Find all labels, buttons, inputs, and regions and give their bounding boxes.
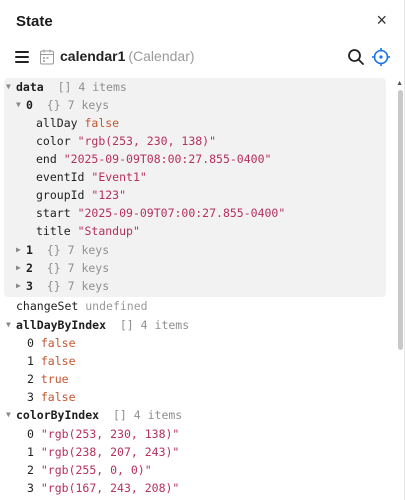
tree-node-data-0[interactable]: ▼ 0 {} 7 keys xyxy=(16,96,109,114)
component-selector[interactable]: calendar1 (Calendar) xyxy=(60,48,195,64)
component-name: calendar1 xyxy=(60,48,126,64)
tree-field: eventId "Event1" xyxy=(36,170,147,184)
calendar-icon xyxy=(40,49,54,65)
tree-field: 3 false xyxy=(27,390,76,404)
tree-node-data-3[interactable]: ▶ 3 {} 7 keys xyxy=(16,277,109,295)
tree-node-alldaybyindex[interactable]: ▼ allDayByIndex [] 4 items xyxy=(6,316,189,334)
chevron-down-icon[interactable]: ▼ xyxy=(16,96,26,114)
tree-field: allDay false xyxy=(36,116,120,130)
scrollbar-thumb[interactable] xyxy=(398,90,403,350)
scroll-up-arrow-icon[interactable]: ▲ xyxy=(396,80,403,87)
tree-field: 3 "rgb(167, 243, 208)" xyxy=(27,481,180,495)
tree-field: 2 "rgb(255, 0, 0)" xyxy=(27,463,152,477)
tree-node-data[interactable]: ▼ data [] 4 items xyxy=(6,78,127,96)
tree-field: 0 false xyxy=(27,336,76,350)
chevron-right-icon[interactable]: ▶ xyxy=(16,277,26,295)
search-icon[interactable] xyxy=(347,48,365,66)
tree-field: color "rgb(253, 230, 138)" xyxy=(36,134,217,148)
tree-field: 0 "rgb(253, 230, 138)" xyxy=(27,427,180,441)
component-toolbar: calendar1 (Calendar) xyxy=(0,42,404,74)
chevron-right-icon[interactable]: ▶ xyxy=(16,259,26,277)
tree-field: 1 false xyxy=(27,354,76,368)
panel-header: State × xyxy=(0,0,404,42)
tree-field: start "2025-09-09T07:00:27.855-0400" xyxy=(36,206,286,220)
tree-field: end "2025-09-09T08:00:27.855-0400" xyxy=(36,152,272,166)
state-panel: State × calendar1 (Calendar) ▼ data [] 4… xyxy=(0,0,405,500)
tree-field: groupId "123" xyxy=(36,188,127,202)
tree-field: 2 true xyxy=(27,372,69,386)
panel-title: State xyxy=(16,13,53,30)
tree-node-colorbyindex[interactable]: ▼ colorByIndex [] 4 items xyxy=(6,406,182,424)
tree-node-data-2[interactable]: ▶ 2 {} 7 keys xyxy=(16,259,109,277)
chevron-down-icon[interactable]: ▼ xyxy=(6,316,16,334)
tree-node-changeset: changeSet undefined xyxy=(16,299,148,313)
component-type: (Calendar) xyxy=(128,48,195,64)
tree-field: title "Standup" xyxy=(36,224,140,238)
menu-icon[interactable] xyxy=(15,51,29,63)
chevron-down-icon[interactable]: ▼ xyxy=(6,406,16,424)
target-icon[interactable] xyxy=(371,47,391,67)
chevron-down-icon[interactable]: ▼ xyxy=(6,78,16,96)
chevron-right-icon[interactable]: ▶ xyxy=(16,241,26,259)
tree-node-data-1[interactable]: ▶ 1 {} 7 keys xyxy=(16,241,109,259)
tree-field: 1 "rgb(238, 207, 243)" xyxy=(27,445,180,459)
close-icon[interactable]: × xyxy=(376,11,387,29)
